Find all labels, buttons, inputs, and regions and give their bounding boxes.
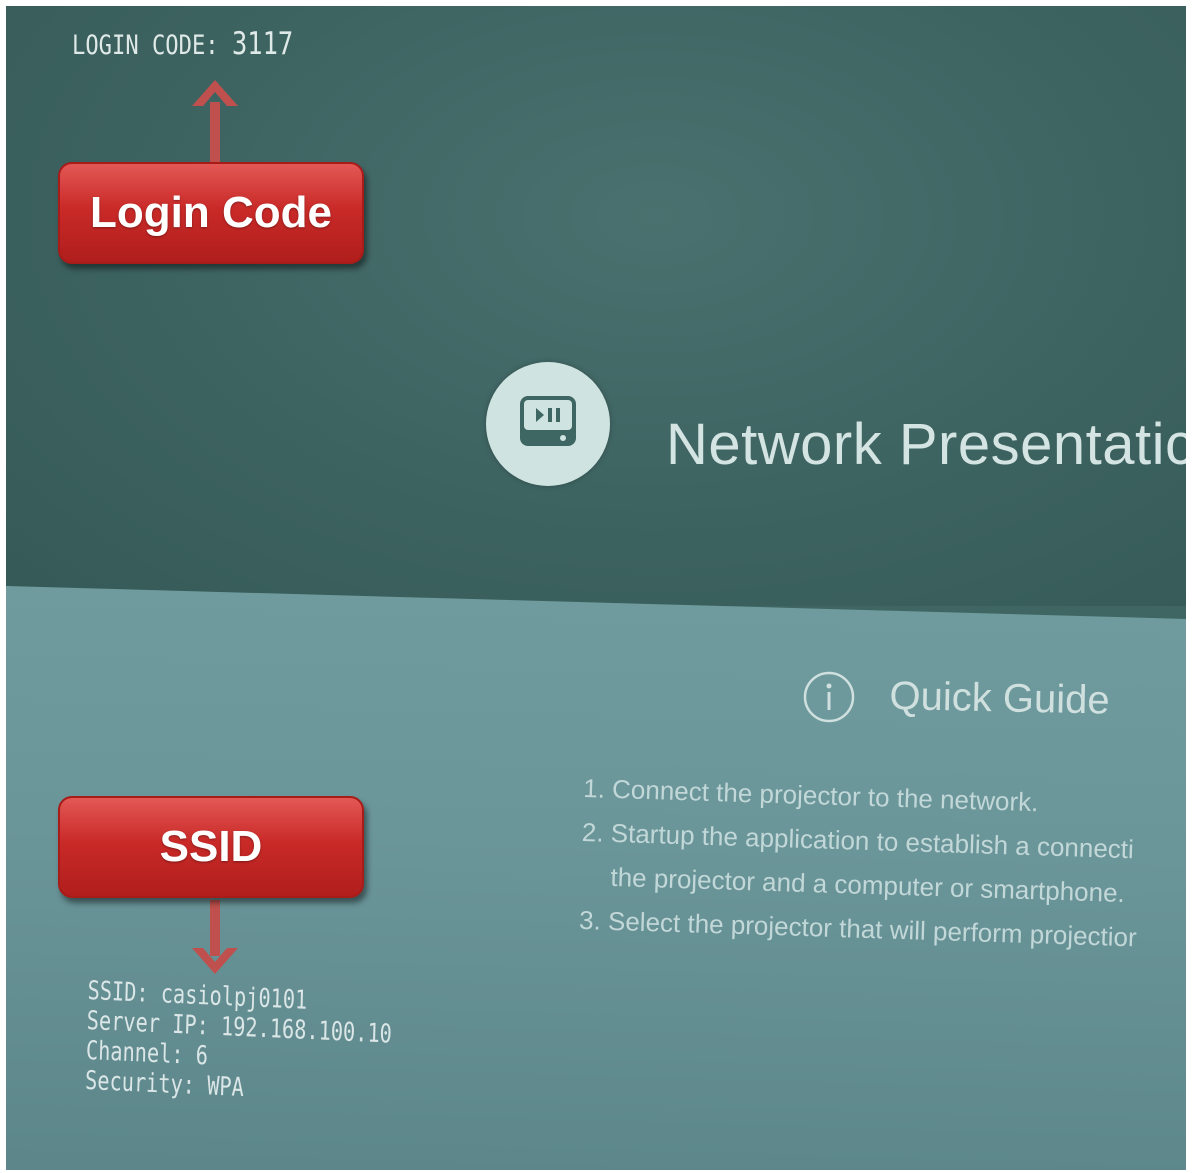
app-title: Network Presentatic [666, 412, 1186, 477]
info-icon [802, 670, 856, 724]
quick-guide-steps: 1. Connect the projector to the network.… [578, 766, 1186, 962]
arrow-up-icon [192, 80, 238, 172]
ssid-callout: SSID [58, 796, 364, 898]
login-code-value: 3117 [231, 26, 294, 62]
arrow-down-icon [192, 900, 238, 974]
login-code-display: LOGIN CODE: 3117 [72, 26, 293, 62]
play-pause-icon [486, 362, 610, 486]
network-info: SSID: casiolpj0101 Server IP: 192.168.10… [85, 976, 393, 1110]
login-code-label: LOGIN CODE: [72, 30, 219, 61]
header-panel [6, 6, 1186, 606]
login-code-callout: Login Code [58, 162, 364, 264]
quick-guide-title: Quick Guide [889, 674, 1111, 723]
